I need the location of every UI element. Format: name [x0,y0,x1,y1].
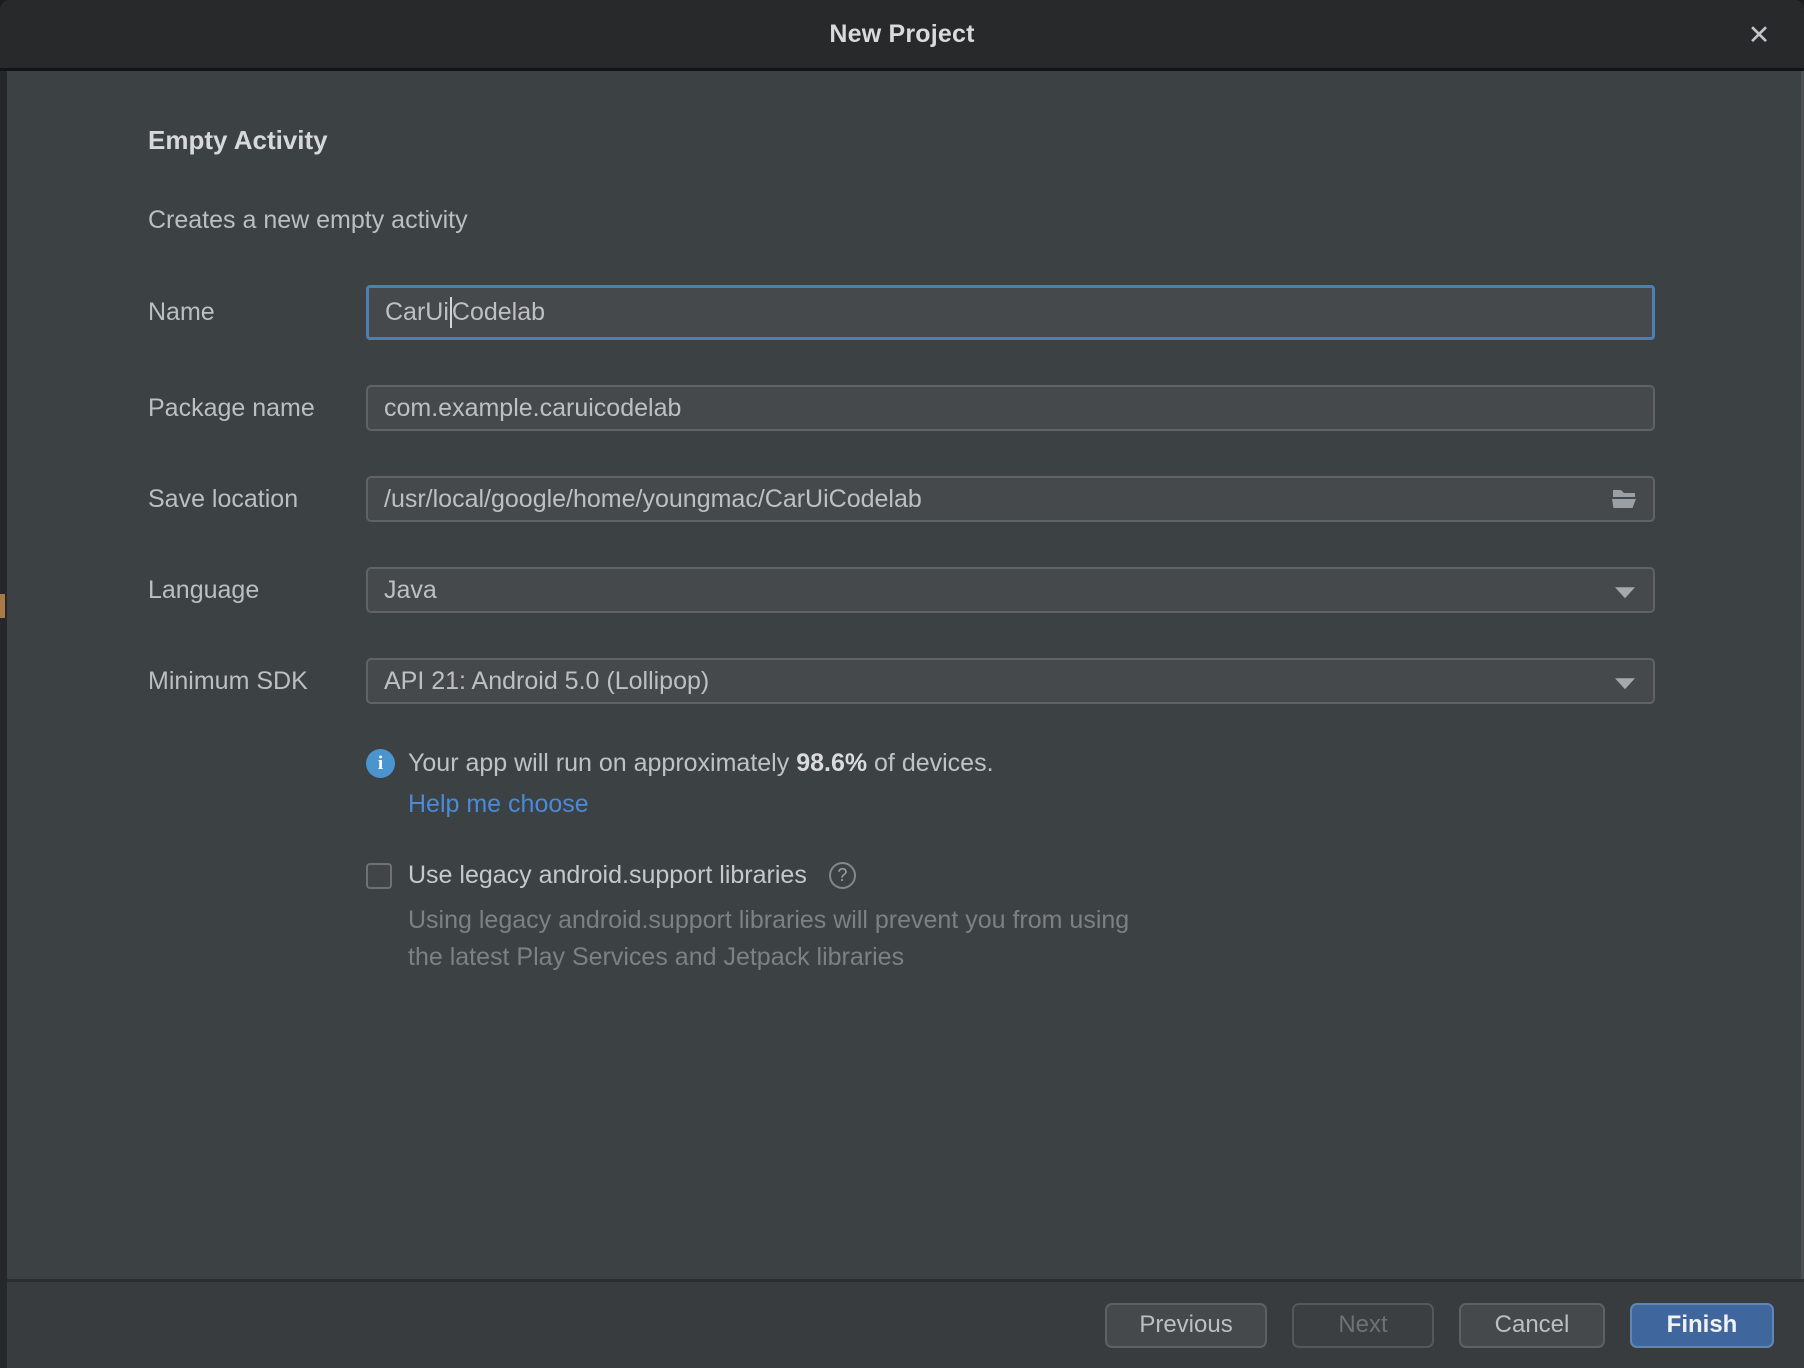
dialog-titlebar: New Project ✕ [0,0,1804,71]
help-me-choose-link[interactable]: Help me choose [408,790,589,819]
background-window-sliver [0,594,5,618]
legacy-description-line1: Using legacy android.support libraries w… [408,906,1129,934]
next-button: Next [1292,1303,1434,1348]
dialog-body: Empty Activity Creates a new empty activ… [0,71,1804,1279]
min-sdk-label: Minimum SDK [148,667,366,696]
page-title: Empty Activity [148,123,1655,157]
finish-button[interactable]: Finish [1630,1303,1774,1348]
name-value-after-caret: Codelab [452,298,545,327]
save-location-row: Save location /usr/local/google/home/you… [148,476,1655,522]
save-location-input[interactable]: /usr/local/google/home/youngmac/CarUiCod… [366,476,1655,522]
folder-open-icon[interactable] [1611,487,1639,511]
sdk-info-message: Your app will run on approximately 98.6%… [408,749,994,778]
legacy-checkbox[interactable] [366,863,392,889]
min-sdk-select[interactable]: API 21: Android 5.0 (Lollipop) [366,658,1655,704]
name-label: Name [148,298,366,327]
save-location-label: Save location [148,485,366,514]
chevron-down-icon [1615,678,1635,689]
dialog-footer: Previous Next Cancel Finish [0,1279,1804,1368]
name-value-before-caret: CarUi [385,298,449,327]
save-location-value: /usr/local/google/home/youngmac/CarUiCod… [384,485,922,514]
chevron-down-icon [1615,587,1635,598]
dialog-title: New Project [829,20,974,49]
language-row: Language Java [148,567,1655,613]
previous-button[interactable]: Previous [1105,1303,1267,1348]
help-icon[interactable]: ? [829,862,856,889]
package-input[interactable]: com.example.caruicodelab [366,385,1655,431]
min-sdk-value: API 21: Android 5.0 (Lollipop) [384,667,709,696]
sdk-info-block: i Your app will run on approximately 98.… [366,749,1655,976]
package-row: Package name com.example.caruicodelab [148,385,1655,431]
package-value: com.example.caruicodelab [384,394,681,423]
language-label: Language [148,576,366,605]
legacy-description: Using legacy android.support libraries w… [408,902,1655,976]
page-subtitle: Creates a new empty activity [148,203,1655,237]
package-label: Package name [148,394,366,423]
language-select[interactable]: Java [366,567,1655,613]
name-input[interactable]: CarUiCodelab [366,285,1655,340]
project-form: Name CarUiCodelab Package name com.examp… [148,285,1655,704]
window-left-edge [0,71,7,1368]
min-sdk-row: Minimum SDK API 21: Android 5.0 (Lollipo… [148,658,1655,704]
close-icon[interactable]: ✕ [1738,14,1780,56]
info-icon: i [366,749,395,778]
new-project-dialog: New Project ✕ Empty Activity Creates a n… [0,0,1804,1368]
device-percent: 98.6% [796,749,867,777]
name-row: Name CarUiCodelab [148,285,1655,340]
legacy-checkbox-label: Use legacy android.support libraries [408,861,807,890]
language-value: Java [384,576,437,605]
cancel-button[interactable]: Cancel [1459,1303,1605,1348]
legacy-checkbox-row: Use legacy android.support libraries ? [366,861,1655,890]
legacy-description-line2: the latest Play Services and Jetpack lib… [408,943,904,971]
sdk-info-row: i Your app will run on approximately 98.… [366,749,1655,778]
